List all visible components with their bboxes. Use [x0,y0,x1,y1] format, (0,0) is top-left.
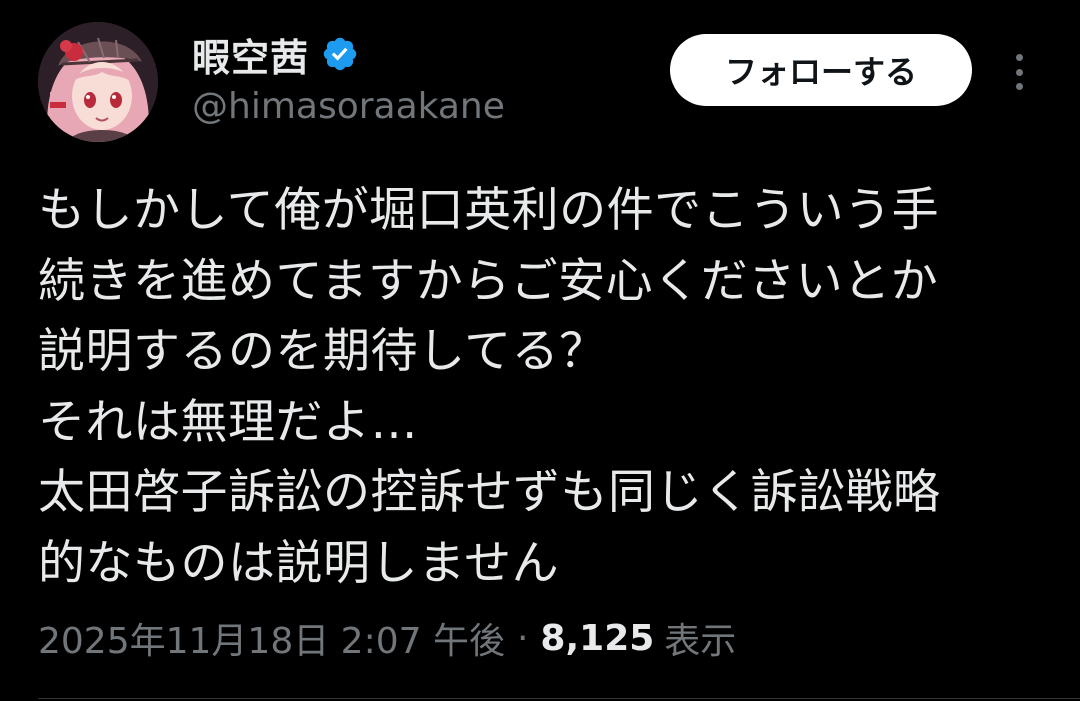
avatar[interactable] [38,22,158,142]
tweet-line: 太田啓子訴訟の控訴せずも同じく訴訟戦略 [38,465,941,520]
verified-badge-icon[interactable] [321,35,359,73]
anime-girl-avatar-icon [38,22,158,142]
tweet-line: 説明するのを期待してる？ [38,324,607,379]
tweet-line: それは無理だよ… [38,394,418,450]
display-name-row: 暇空茜 [192,28,359,80]
follow-button[interactable]: フォローする [670,34,972,106]
views-label: 表示 [664,621,737,662]
meta-separator: · [516,617,529,659]
divider [38,698,1080,699]
tweet-line: 続きを進めてますからご安心くださいとか [38,253,939,309]
tweet-text: もしかして俺が堀口英利の件でこういう手 続きを進めてますからご安心くださいとか … [38,176,1058,599]
more-vertical-icon[interactable] [1004,48,1034,96]
display-name[interactable]: 暇空茜 [192,27,309,82]
tweet: 暇空茜 @himasoraakane フォローする もしかして俺が堀口英利の件で… [0,0,1080,701]
tweet-meta: 2025年11月18日 2:07 午後 · 8,125 表示 [38,612,736,664]
tweet-line: 的なものは説明しません [38,535,560,591]
timestamp-link[interactable]: 2025年11月18日 2:07 午後 [38,612,505,664]
views-count[interactable]: 8,125 [540,618,654,659]
tweet-line: もしかして俺が堀口英利の件でこういう手 [38,183,940,238]
author-handle[interactable]: @himasoraakane [192,86,505,127]
